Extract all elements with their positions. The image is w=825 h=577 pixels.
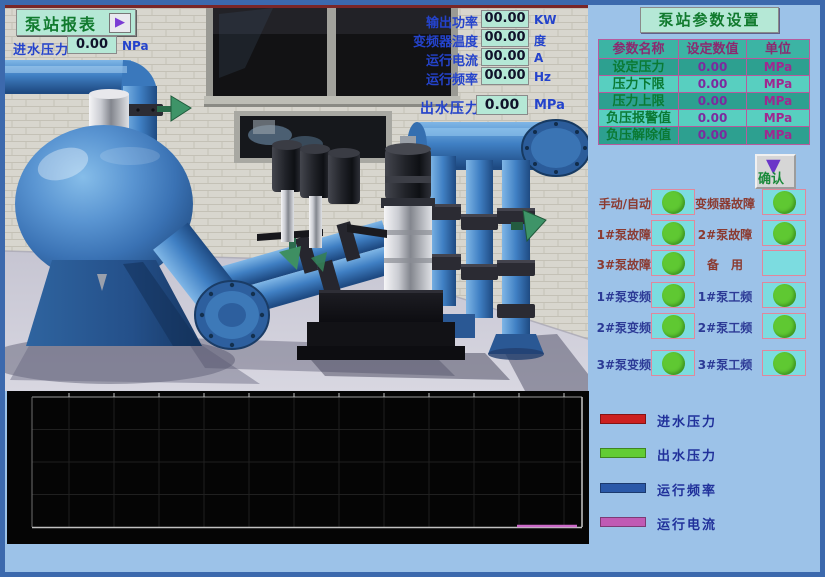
status-label-pump2-mains: 2#泵工频 [688, 319, 762, 336]
legend-label-inlet: 进水压力 [657, 411, 717, 430]
status-label-pump2-vfd: 2#泵变频 [589, 319, 651, 336]
hmi-screen: 泵站报表 ▶ 进水压力 0.00 NPa 输出功率 变频器温度 运行电流 运行频… [0, 0, 825, 577]
run-current-label: 运行电流 [380, 50, 478, 69]
lamp-pump1-mains[interactable] [762, 282, 806, 308]
output-power-unit: KW [534, 13, 557, 27]
output-power-value: 00.00 [481, 10, 529, 28]
col-header-param: 参数名称 [599, 40, 679, 59]
inlet-pressure-value: 0.00 [67, 36, 117, 54]
legend-swatch-frequency [600, 483, 646, 493]
inlet-pressure-label: 进水压力 [13, 39, 69, 58]
run-current-value: 00.00 [481, 48, 529, 66]
run-frequency-label: 运行频率 [380, 69, 478, 88]
lamp-icon [773, 191, 796, 214]
table-row: 压力上限 0.00 MPa [599, 93, 809, 110]
lamp-icon [662, 352, 685, 375]
run-frequency-unit: Hz [534, 70, 551, 84]
lamp-icon [773, 352, 796, 375]
col-header-value: 设定数值 [679, 40, 747, 59]
inverter-temp-unit: 度 [534, 32, 546, 49]
status-label-pump3-vfd: 3#泵变频 [589, 356, 651, 373]
lamp-icon [773, 284, 796, 307]
status-label-vfd-fault: 变频器故障 [688, 195, 762, 212]
legend-label-outlet: 出水压力 [657, 445, 717, 464]
inverter-temp-value: 00.00 [481, 29, 529, 47]
legend-swatch-outlet [600, 448, 646, 458]
run-frequency-value: 00.00 [481, 67, 529, 85]
lamp-icon [662, 284, 685, 307]
lamp-spare-empty[interactable] [762, 250, 806, 276]
settings-panel-title: 泵站参数设置 [640, 7, 779, 33]
lamp-icon [662, 252, 685, 275]
settings-table: 参数名称 设定数值 单位 设定压力 0.00 MPa 压力下限 0.00 MPa… [598, 39, 810, 145]
outlet-pressure-value: 0.00 [476, 95, 528, 115]
confirm-button-label: 确认 [758, 168, 784, 187]
confirm-button[interactable]: ▼ 确认 [755, 154, 796, 189]
pressure-low-limit-field[interactable]: 0.00 [679, 76, 747, 93]
lamp-vfd-fault[interactable] [762, 189, 806, 215]
report-button-label: 泵站报表 [25, 11, 97, 35]
status-label-spare: 备 用 [688, 256, 762, 273]
col-header-unit: 单位 [747, 40, 809, 59]
legend-label-current: 运行电流 [657, 514, 717, 533]
pump-base [297, 290, 465, 360]
axis-ticks [69, 393, 564, 397]
status-label-pump3-fault: 3#泵故障 [589, 256, 651, 273]
inlet-pressure-unit: NPa [122, 39, 149, 53]
pressure-high-limit-field[interactable]: 0.00 [679, 93, 747, 110]
pump-station-hmi: 泵站报表 ▶ 进水压力 0.00 NPa 输出功率 变频器温度 运行电流 运行频… [0, 0, 825, 577]
play-icon[interactable]: ▶ [109, 13, 131, 33]
table-row: 负压解除值 0.00 MPa [599, 127, 809, 144]
legend-label-frequency: 运行频率 [657, 480, 717, 499]
legend-swatch-inlet [600, 414, 646, 424]
vacuum-alarm-field[interactable]: 0.00 [679, 110, 747, 127]
outlet-pressure-label: 出水压力 [420, 98, 480, 118]
lamp-icon [662, 315, 685, 338]
trend-chart [7, 391, 589, 544]
run-current-unit: A [534, 51, 543, 65]
status-label-manual-auto: 手动/自动 [589, 195, 651, 212]
table-row: 负压报警值 0.00 MPa [599, 110, 809, 127]
lamp-pump3-mains[interactable] [762, 350, 806, 376]
lamp-icon [773, 315, 796, 338]
table-row: 设定压力 0.00 MPa [599, 59, 809, 76]
status-label-pump1-fault: 1#泵故障 [589, 226, 651, 243]
status-label-pump1-vfd: 1#泵变频 [589, 288, 651, 305]
legend-swatch-current [600, 517, 646, 527]
output-power-label: 输出功率 [380, 12, 478, 31]
inverter-temp-label: 变频器温度 [380, 31, 478, 50]
status-label-pump3-mains: 3#泵工频 [688, 356, 762, 373]
lamp-icon [662, 222, 685, 245]
status-label-pump2-fault: 2#泵故障 [688, 226, 762, 243]
vacuum-release-field[interactable]: 0.00 [679, 127, 747, 144]
report-button[interactable]: 泵站报表 ▶ [16, 9, 136, 36]
outlet-pressure-unit: MPa [534, 98, 565, 113]
status-label-pump1-mains: 1#泵工频 [688, 288, 762, 305]
table-row: 压力下限 0.00 MPa [599, 76, 809, 93]
lamp-pump2-fault[interactable] [762, 220, 806, 246]
lamp-pump2-mains[interactable] [762, 313, 806, 339]
lamp-icon [773, 222, 796, 245]
lamp-icon [662, 191, 685, 214]
setpoint-pressure-field[interactable]: 0.00 [679, 59, 747, 76]
